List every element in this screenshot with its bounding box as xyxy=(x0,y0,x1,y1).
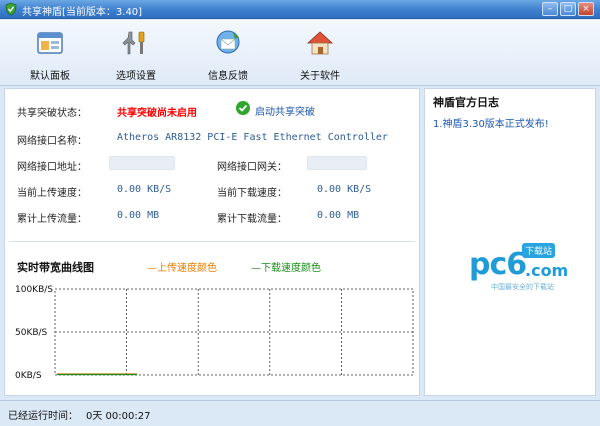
window-title: 共享神盾[当前版本：3.40] xyxy=(22,7,143,18)
side-title: 神盾官方日志 xyxy=(433,96,499,109)
share-status-label: 共享突破状态： xyxy=(17,108,87,119)
chart-y-tick-label: 0KB/S xyxy=(15,371,42,381)
chart-y-tick-label: 100KB/S xyxy=(15,285,53,295)
toolbar-about-button[interactable]: 关于软件 xyxy=(280,20,360,86)
uptime-value: 0天 00:00:27 xyxy=(86,411,151,422)
upload-total-value: 0.00 MB xyxy=(117,210,160,221)
toolbar-label: 信息反馈 xyxy=(208,71,248,82)
uptime-label: 已经运行时间： xyxy=(8,411,78,422)
news-link[interactable]: 1.神盾3.30版本正式发布! xyxy=(433,115,549,130)
logo-tagline: 中国最安全的下载站 xyxy=(491,283,554,291)
logo-com: .com xyxy=(525,261,569,280)
chart-y-tick-label: 50KB/S xyxy=(15,328,48,338)
toolbar: 默认面板 选项设置 信息反馈 关于软件 xyxy=(0,20,600,86)
divider xyxy=(9,241,415,242)
check-icon[interactable] xyxy=(236,101,250,115)
status-bar: 已经运行时间： 0天 00:00:27 xyxy=(0,400,600,426)
iface-name-value: Atheros AR8132 PCI-E Fast Ethernet Contr… xyxy=(117,132,388,143)
iface-address-label: 网络接口地址： xyxy=(17,162,87,173)
legend-download: —下载速度颜色 xyxy=(251,263,321,274)
toolbar-settings-button[interactable]: 选项设置 xyxy=(96,20,176,86)
upload-total-label: 累计上传流量： xyxy=(17,214,87,225)
upload-speed-label: 当前上传速度： xyxy=(17,188,87,199)
title-bar: 共享神盾[当前版本：3.40] – □ × xyxy=(0,0,600,19)
toolbar-feedback-button[interactable]: 信息反馈 xyxy=(188,20,268,86)
panel-icon xyxy=(37,32,63,54)
download-speed-label: 当前下载速度： xyxy=(217,188,287,199)
tools-icon xyxy=(122,31,145,55)
toolbar-label: 选项设置 xyxy=(116,71,156,82)
toolbar-default-panel-button[interactable]: 默认面板 xyxy=(10,20,90,86)
iface-gateway-value xyxy=(307,156,367,170)
toolbar-label: 关于软件 xyxy=(300,71,340,82)
iface-name-label: 网络接口名称： xyxy=(17,136,87,147)
download-total-value: 0.00 MB xyxy=(317,210,360,221)
shield-app-icon xyxy=(5,2,17,16)
minimize-button[interactable]: – xyxy=(542,2,558,16)
side-panel: 神盾官方日志 1.神盾3.30版本正式发布! pc6 下载站 .com 中国最安… xyxy=(424,88,596,396)
maximize-button[interactable]: □ xyxy=(560,2,576,16)
iface-address-value xyxy=(109,156,175,170)
logo-badge: 下载站 xyxy=(522,243,556,258)
chart-title: 实时带宽曲线图 xyxy=(17,261,94,274)
upload-speed-value: 0.00 KB/S xyxy=(117,184,172,195)
download-total-label: 累计下载流量： xyxy=(217,214,287,225)
logo-text: pc6 xyxy=(469,247,527,282)
main-panel: 共享突破状态： 共享突破尚未启用 启动共享突破 网络接口名称： Atheros … xyxy=(4,88,420,396)
home-icon xyxy=(306,31,334,55)
toolbar-label: 默认面板 xyxy=(30,71,70,82)
iface-gateway-label: 网络接口网关： xyxy=(217,162,287,173)
feedback-icon xyxy=(216,30,240,54)
legend-upload: —上传速度颜色 xyxy=(147,263,217,274)
download-speed-value: 0.00 KB/S xyxy=(317,184,372,195)
share-status-value: 共享突破尚未启用 xyxy=(117,108,197,119)
bandwidth-chart: 100KB/S 50KB/S 0KB/S xyxy=(15,285,414,381)
start-share-button[interactable]: 启动共享突破 xyxy=(255,103,315,118)
close-button[interactable]: × xyxy=(578,2,594,16)
